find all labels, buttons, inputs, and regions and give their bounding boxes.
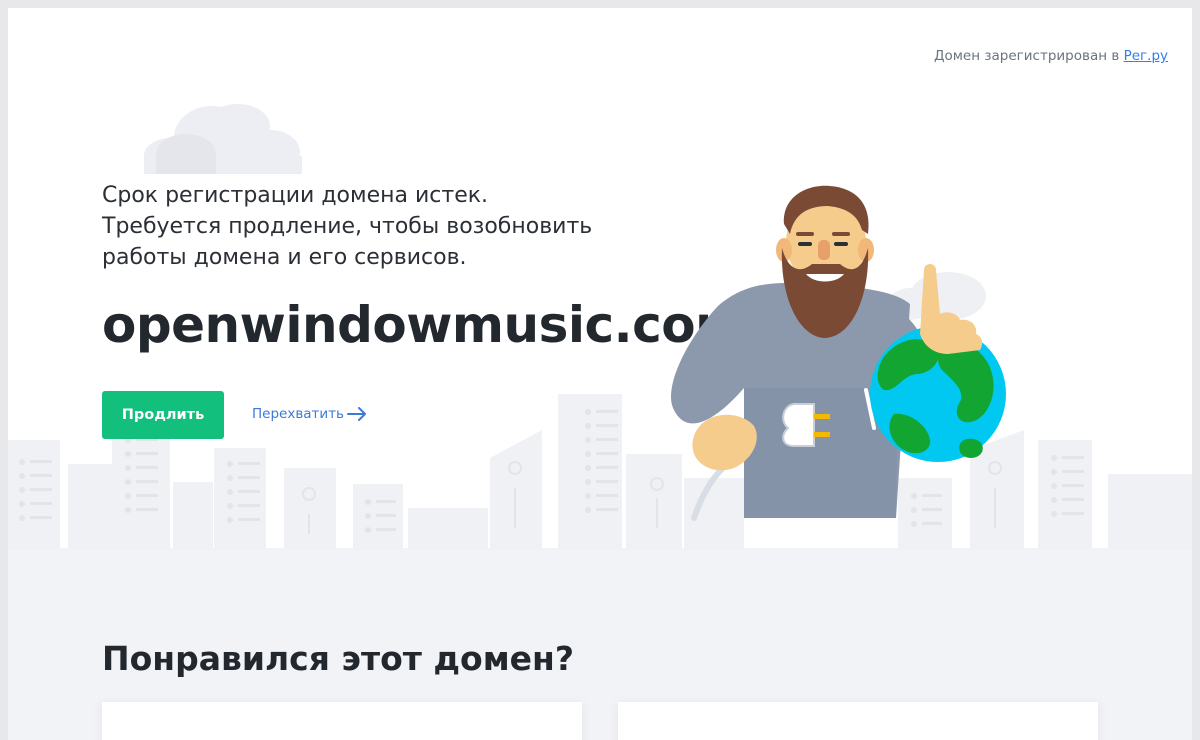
intercept-link-label: Перехватить (252, 406, 345, 422)
expiry-message-line-3: работы домена и его сервисов. (102, 245, 467, 270)
suggestion-card[interactable] (102, 702, 582, 740)
section-title: Понравился этот домен? (102, 639, 574, 678)
intercept-link[interactable]: Перехватить (252, 406, 367, 422)
cloud-icon (144, 104, 302, 174)
registrar-text: Домен зарегистрирован в (933, 48, 1120, 64)
expiry-message-line-2: Требуется продление, чтобы возобновить (102, 214, 593, 239)
expiry-message: Срок регистрации домена истек. Требуется… (102, 180, 662, 273)
expiry-message-line-1: Срок регистрации домена истек. (102, 183, 489, 208)
page: Домен зарегистрирован в Рег.ру Срок реги… (8, 8, 1192, 740)
bearded-man-with-globe-illustration (671, 185, 1006, 521)
suggestion-card[interactable] (618, 702, 1098, 740)
registrar-note: Домен зарегистрирован в Рег.ру (934, 48, 1168, 64)
renew-button[interactable]: Продлить (102, 391, 224, 439)
arrow-right-icon (347, 407, 367, 421)
registrar-link[interactable]: Рег.ру (1124, 48, 1168, 64)
